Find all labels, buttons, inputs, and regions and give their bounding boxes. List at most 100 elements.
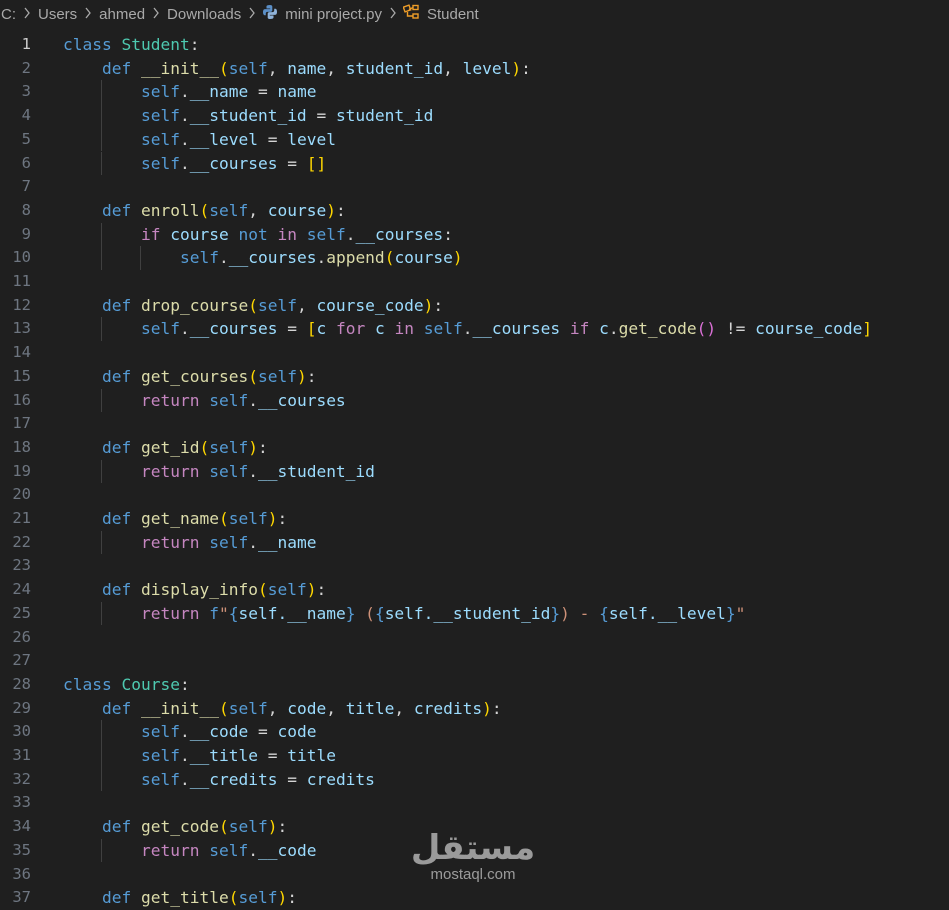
line-number[interactable]: 26 — [0, 626, 31, 650]
code-text[interactable]: class Course: — [63, 673, 190, 697]
code-text[interactable]: self.__courses = [] — [63, 152, 326, 176]
line-number[interactable]: 15 — [0, 365, 31, 389]
code-line[interactable]: 37 def get_title(self): — [0, 886, 949, 910]
breadcrumb-item-downloads[interactable]: Downloads — [166, 6, 242, 23]
line-number[interactable]: 21 — [0, 507, 31, 531]
breadcrumb-item-file[interactable]: mini project.py — [284, 6, 383, 23]
line-number[interactable]: 27 — [0, 649, 31, 673]
line-number[interactable]: 29 — [0, 697, 31, 721]
line-number[interactable]: 2 — [0, 57, 31, 81]
line-number[interactable]: 7 — [0, 175, 31, 199]
code-text[interactable]: if course not in self.__courses: — [63, 223, 453, 247]
code-text[interactable]: def drop_course(self, course_code): — [63, 294, 443, 318]
code-text[interactable]: def display_info(self): — [63, 578, 326, 602]
code-text[interactable]: def __init__(self, code, title, credits)… — [63, 697, 502, 721]
line-number[interactable]: 16 — [0, 389, 31, 413]
code-line[interactable]: 13 self.__courses = [c for c in self.__c… — [0, 317, 949, 342]
line-number[interactable]: 8 — [0, 199, 31, 223]
code-line[interactable]: 20 — [0, 483, 949, 507]
code-line[interactable]: 27 — [0, 649, 949, 673]
line-number[interactable]: 9 — [0, 223, 31, 247]
code-line[interactable]: 14 — [0, 341, 949, 365]
breadcrumb-item-ahmed[interactable]: ahmed — [98, 6, 146, 23]
code-line[interactable]: 22 return self.__name — [0, 530, 949, 555]
code-text[interactable]: def __init__(self, name, student_id, lev… — [63, 57, 531, 81]
code-text[interactable]: return self.__student_id — [63, 460, 375, 484]
line-number[interactable]: 34 — [0, 815, 31, 839]
code-line[interactable]: 7 — [0, 175, 949, 199]
code-line[interactable]: 9 if course not in self.__courses: — [0, 222, 949, 247]
code-text[interactable]: return f"{self.__name} ({self.__student_… — [63, 602, 745, 626]
code-line[interactable]: 24 def display_info(self): — [0, 578, 949, 602]
line-number[interactable]: 20 — [0, 483, 31, 507]
line-number[interactable]: 14 — [0, 341, 31, 365]
line-number[interactable]: 33 — [0, 791, 31, 815]
code-line[interactable]: 18 def get_id(self): — [0, 436, 949, 460]
line-number[interactable]: 25 — [0, 602, 31, 626]
code-text[interactable]: def get_id(self): — [63, 436, 268, 460]
line-number[interactable]: 31 — [0, 744, 31, 768]
line-number[interactable]: 4 — [0, 104, 31, 128]
code-text[interactable]: class Student: — [63, 33, 199, 57]
code-text[interactable]: def get_code(self): — [63, 815, 287, 839]
line-number[interactable]: 6 — [0, 152, 31, 176]
code-text[interactable]: self.__level = level — [63, 128, 336, 152]
line-number[interactable]: 19 — [0, 460, 31, 484]
code-editor[interactable]: 1 class Student: 2 def __init__(self, name… — [0, 28, 949, 907]
code-text[interactable]: def enroll(self, course): — [63, 199, 346, 223]
line-number[interactable]: 35 — [0, 839, 31, 863]
line-number[interactable]: 17 — [0, 412, 31, 436]
line-number[interactable]: 30 — [0, 720, 31, 744]
line-number[interactable]: 32 — [0, 768, 31, 792]
line-number[interactable]: 18 — [0, 436, 31, 460]
code-text[interactable]: self.__courses.append(course) — [63, 246, 463, 270]
line-number[interactable]: 13 — [0, 317, 31, 341]
line-number[interactable]: 24 — [0, 578, 31, 602]
code-line[interactable]: 28 class Course: — [0, 673, 949, 697]
code-line[interactable]: 23 — [0, 554, 949, 578]
line-number[interactable]: 12 — [0, 294, 31, 318]
code-text[interactable]: self.__courses = [c for c in self.__cour… — [63, 317, 872, 341]
line-number[interactable]: 5 — [0, 128, 31, 152]
code-line[interactable]: 5 self.__level = level — [0, 127, 949, 152]
code-line[interactable]: 11 — [0, 270, 949, 294]
code-line[interactable]: 30 self.__code = code — [0, 720, 949, 744]
code-line[interactable]: 2 def __init__(self, name, student_id, l… — [0, 57, 949, 81]
code-line[interactable]: 6 self.__courses = [] — [0, 151, 949, 176]
code-text[interactable]: self.__credits = credits — [63, 768, 375, 792]
code-line[interactable]: 10 self.__courses.append(course) — [0, 246, 949, 270]
code-text[interactable]: def get_name(self): — [63, 507, 287, 531]
code-text[interactable]: def get_title(self): — [63, 886, 297, 910]
line-number[interactable]: 28 — [0, 673, 31, 697]
line-number[interactable]: 22 — [0, 531, 31, 555]
code-line[interactable]: 15 def get_courses(self): — [0, 365, 949, 389]
code-text[interactable]: self.__student_id = student_id — [63, 104, 433, 128]
code-line[interactable]: 19 return self.__student_id — [0, 459, 949, 484]
line-number[interactable]: 37 — [0, 886, 31, 910]
code-line[interactable]: 32 self.__credits = credits — [0, 767, 949, 792]
code-line[interactable]: 3 self.__name = name — [0, 80, 949, 105]
line-number[interactable]: 10 — [0, 246, 31, 270]
breadcrumb-item-drive[interactable]: C: — [0, 6, 17, 23]
code-line[interactable]: 16 return self.__courses — [0, 388, 949, 413]
code-line[interactable]: 31 self.__title = title — [0, 744, 949, 768]
line-number[interactable]: 11 — [0, 270, 31, 294]
code-line[interactable]: 4 self.__student_id = student_id — [0, 104, 949, 128]
breadcrumb-item-users[interactable]: Users — [37, 6, 78, 23]
code-line[interactable]: 33 — [0, 791, 949, 815]
code-line[interactable]: 8 def enroll(self, course): — [0, 199, 949, 223]
line-number[interactable]: 3 — [0, 80, 31, 104]
code-text[interactable]: return self.__courses — [63, 389, 346, 413]
code-line[interactable]: 26 — [0, 626, 949, 650]
code-text[interactable]: def get_courses(self): — [63, 365, 316, 389]
code-line[interactable]: 1 class Student: — [0, 33, 949, 57]
code-line[interactable]: 17 — [0, 412, 949, 436]
code-line[interactable]: 12 def drop_course(self, course_code): — [0, 294, 949, 318]
code-line[interactable]: 21 def get_name(self): — [0, 507, 949, 531]
code-line[interactable]: 25 return f"{self.__name} ({self.__stude… — [0, 601, 949, 626]
code-text[interactable]: self.__title = title — [63, 744, 336, 768]
line-number[interactable]: 23 — [0, 554, 31, 578]
line-number[interactable]: 1 — [0, 33, 31, 57]
breadcrumb-item-symbol[interactable]: Student — [426, 6, 480, 23]
code-line[interactable]: 29 def __init__(self, code, title, credi… — [0, 697, 949, 721]
